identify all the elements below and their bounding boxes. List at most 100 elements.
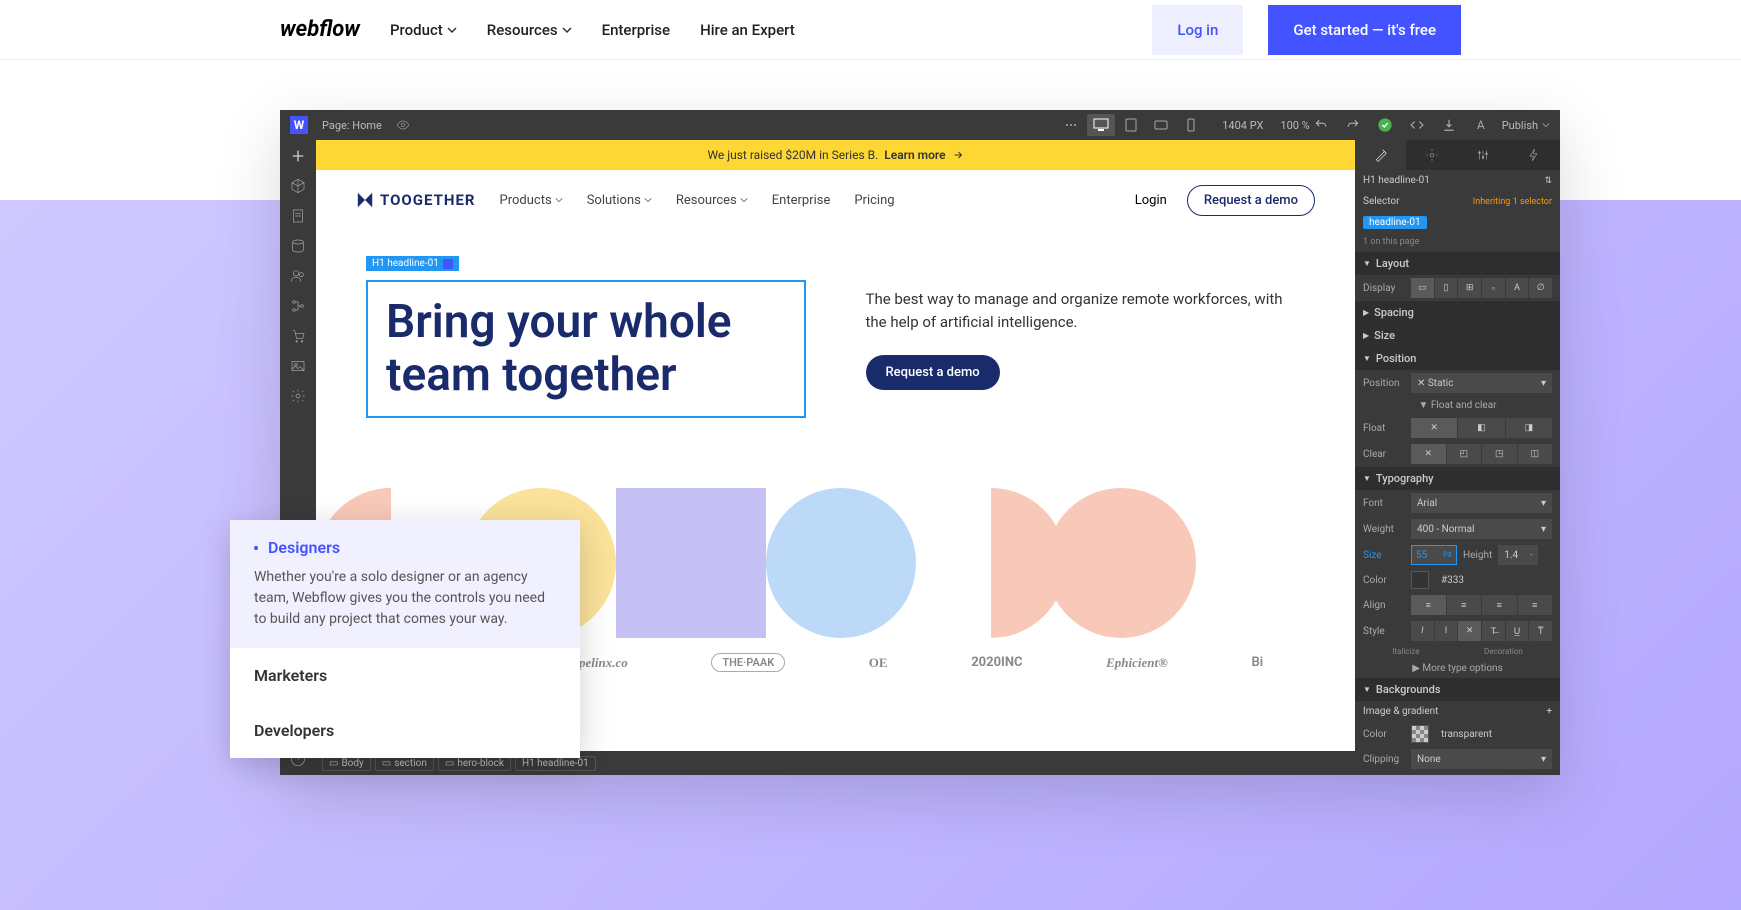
gear-icon[interactable] [443,259,453,269]
selected-element: H1 headline-01⇅ [1355,170,1560,191]
undo-icon[interactable] [1310,114,1332,136]
deco-none[interactable]: ✕ [1458,621,1481,641]
device-mobile[interactable] [1177,114,1205,136]
device-tablet[interactable] [1117,114,1145,136]
get-started-button[interactable]: Get started — it's free [1268,5,1461,55]
check-icon[interactable] [1374,114,1396,136]
font-icon[interactable]: A [1470,114,1492,136]
device-dots[interactable] [1057,114,1085,136]
nav-enterprise[interactable]: Enterprise [602,21,670,39]
align-center[interactable]: ≡ [1447,595,1482,615]
section-position[interactable]: ▼Position [1355,347,1560,370]
headline[interactable]: Bring your whole team together [366,280,806,418]
site-nav-enterprise[interactable]: Enterprise [772,193,831,208]
clear-left[interactable]: ◰ [1447,444,1482,464]
export-icon[interactable] [1438,114,1460,136]
box-icon[interactable] [290,178,306,194]
float-right[interactable]: ◨ [1506,418,1552,438]
more-type-options[interactable]: ▶ More type options [1355,659,1560,678]
banner-link[interactable]: Learn more [884,148,945,162]
tab-manager[interactable] [1458,140,1509,170]
tab-style[interactable] [1355,140,1406,170]
selection-tag[interactable]: H1 headline-01 [366,256,459,271]
preview-icon[interactable] [396,118,410,132]
img-gradient-row[interactable]: Image & gradient+ [1355,701,1560,722]
weight-select[interactable]: 400 - Normal▾ [1411,519,1552,539]
clear-none[interactable]: ✕ [1411,444,1446,464]
tab-settings[interactable] [1406,140,1457,170]
site-logo[interactable]: TOOGETHER [356,191,476,209]
site-nav-pricing[interactable]: Pricing [854,193,894,208]
tree-icon[interactable] [290,298,306,314]
bg-color-swatch[interactable] [1411,725,1429,743]
align-justify[interactable]: ≡ [1518,595,1553,615]
size-input[interactable]: 55PX [1411,545,1457,565]
deco-strike[interactable]: T̶ [1482,621,1505,641]
site-nav-resources[interactable]: Resources [676,193,748,208]
logo-bi: Bi [1251,655,1263,670]
display-inline[interactable]: A [1506,278,1529,298]
cms-icon[interactable] [290,238,306,254]
float-none[interactable]: ✕ [1411,418,1457,438]
audience-designers[interactable]: Designers Whether you're a solo designer… [230,520,580,648]
align-buttons: ≡≡≡≡ [1411,595,1552,615]
gear-icon[interactable] [290,388,306,404]
italic-off[interactable]: I [1435,621,1458,641]
site-login[interactable]: Login [1135,193,1167,208]
add-icon[interactable] [290,148,306,164]
align-right[interactable]: ≡ [1482,595,1517,615]
request-demo-fill-button[interactable]: Request a demo [866,355,1000,390]
position-select[interactable]: ✕ Static▾ [1411,373,1552,393]
pages-icon[interactable] [290,208,306,224]
webflow-logo[interactable]: webflow [280,17,360,42]
audience-developers[interactable]: Developers [230,703,580,758]
device-tablet-landscape[interactable] [1147,114,1175,136]
display-block[interactable]: ▭ [1411,278,1434,298]
webflow-icon[interactable]: W [290,116,308,134]
cart-icon[interactable] [290,328,306,344]
site-nav-products[interactable]: Products [500,193,563,208]
display-none[interactable]: ∅ [1529,278,1552,298]
display-grid[interactable]: ⊞ [1458,278,1481,298]
nav-resources[interactable]: Resources [487,21,572,39]
clear-right[interactable]: ◳ [1482,444,1517,464]
redo-icon[interactable] [1342,114,1364,136]
request-demo-button[interactable]: Request a demo [1187,185,1315,216]
nav-product[interactable]: Product [390,21,457,39]
code-icon[interactable] [1406,114,1428,136]
display-flex[interactable]: ▯ [1435,278,1458,298]
clipping-select[interactable]: None▾ [1411,749,1552,769]
image-icon[interactable] [290,358,306,374]
align-left[interactable]: ≡ [1411,595,1446,615]
page-selector[interactable]: Page: Home [322,119,382,132]
shape-circle-peach [1046,488,1196,638]
italic-on[interactable]: I [1411,621,1434,641]
selector-tag[interactable]: headline-01 [1363,216,1427,229]
float-left[interactable]: ◧ [1458,418,1504,438]
chevron-down-icon [1542,121,1550,129]
site-navigation: TOOGETHER Products Solutions Resources E… [316,170,1355,230]
audience-marketers[interactable]: Marketers [230,648,580,703]
tab-interactions[interactable] [1509,140,1560,170]
deco-underline[interactable]: U̲ [1506,621,1529,641]
color-swatch[interactable] [1411,571,1429,589]
nav-hire-expert[interactable]: Hire an Expert [700,21,795,39]
users-icon[interactable] [290,268,306,284]
publish-button[interactable]: Publish [1502,119,1550,132]
display-inline-block[interactable]: ▫ [1482,278,1505,298]
height-input[interactable]: 1.4- [1498,545,1538,565]
section-layout[interactable]: ▼Layout [1355,252,1560,275]
clear-both[interactable]: ◫ [1518,444,1553,464]
section-size[interactable]: ▶Size [1355,324,1560,347]
audience-title: Marketers [254,666,556,685]
section-typography[interactable]: ▼Typography [1355,467,1560,490]
login-button[interactable]: Log in [1152,5,1243,55]
device-desktop[interactable] [1087,114,1115,136]
section-spacing[interactable]: ▶Spacing [1355,301,1560,324]
section-backgrounds[interactable]: ▼Backgrounds [1355,678,1560,701]
deco-overline[interactable]: T̅ [1529,621,1552,641]
site-nav-solutions[interactable]: Solutions [587,193,652,208]
float-and-clear-toggle[interactable]: ▼ Float and clear [1355,396,1560,415]
selector-input[interactable]: headline-01 [1355,212,1560,232]
font-select[interactable]: Arial▾ [1411,493,1552,513]
